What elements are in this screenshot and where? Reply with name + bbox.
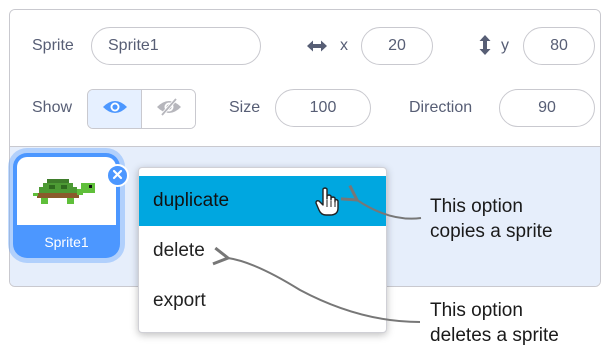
delete-callout: This option deletes a sprite bbox=[430, 298, 559, 348]
duplicate-callout: This option copies a sprite bbox=[430, 194, 553, 244]
delete-callout-arrow bbox=[212, 246, 421, 323]
duplicate-callout-arrow bbox=[340, 184, 422, 220]
delete-callout-line1: This option bbox=[430, 300, 523, 321]
duplicate-callout-line2: copies a sprite bbox=[430, 221, 553, 242]
delete-callout-line2: deletes a sprite bbox=[430, 325, 559, 346]
duplicate-callout-line1: This option bbox=[430, 196, 523, 217]
